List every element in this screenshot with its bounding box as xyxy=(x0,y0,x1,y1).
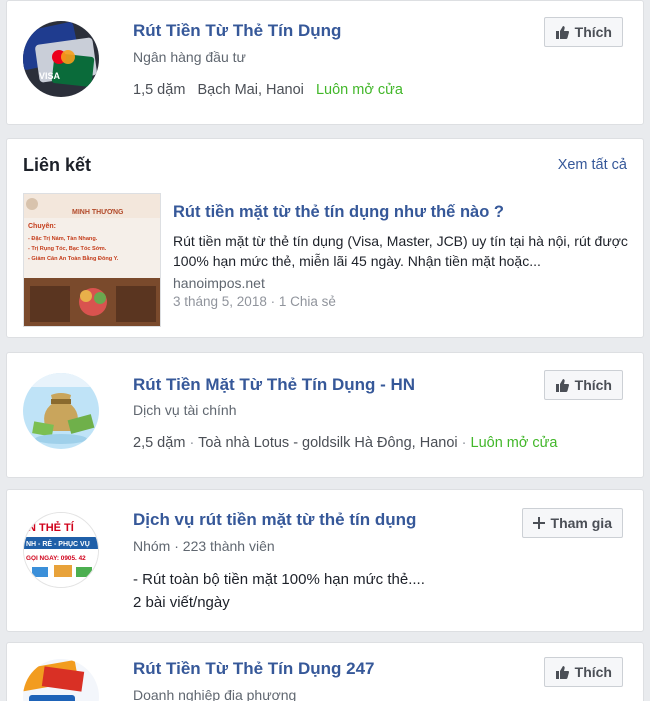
page-card: VISA Rút Tiền Từ Thẻ Tín Dụng Ngân hàng … xyxy=(6,0,644,125)
svg-text:VISA: VISA xyxy=(39,71,61,81)
group-description: - Rút toàn bộ tiền mặt 100% hạn mức thẻ.… xyxy=(133,571,425,588)
page-avatar[interactable] xyxy=(23,373,99,449)
link-title[interactable]: Rút tiền mặt từ thẻ tín dụng như thế nào… xyxy=(173,203,504,222)
links-section: Liên kết Xem tất cả MINH THƯƠNG Chuyên: … xyxy=(6,138,644,338)
thumbs-up-icon xyxy=(555,666,569,679)
link-meta: 3 tháng 5, 2018 · 1 Chia sẻ xyxy=(173,294,336,309)
credit-cards-image: VISA xyxy=(23,21,99,97)
link-thumbnail[interactable]: MINH THƯƠNG Chuyên: - Đặc Trị Nám, Tàn N… xyxy=(23,193,161,327)
avatar-phone-text: GỌI NGAY: 0905. 42 xyxy=(26,555,86,562)
link-domain: hanoimpos.net xyxy=(173,275,265,291)
section-title: Liên kết xyxy=(23,155,92,175)
card-offer-image xyxy=(23,659,99,701)
thumbs-up-icon xyxy=(555,379,569,392)
separator-dot: · xyxy=(270,294,276,309)
separator-dot: · xyxy=(461,435,467,451)
distance: 1,5 dặm xyxy=(133,82,186,98)
group-members: Nhóm · 223 thành viên xyxy=(133,538,275,554)
thumb-line-1: - Đặc Trị Nám, Tàn Nhang. xyxy=(28,236,98,242)
distance: 2,5 dặm xyxy=(133,435,186,451)
plus-icon xyxy=(532,517,545,529)
page-avatar[interactable] xyxy=(23,659,99,701)
page-location: 2,5 dặm · Toà nhà Lotus - goldsilk Hà Đô… xyxy=(133,435,557,451)
like-button[interactable]: Thích xyxy=(543,17,623,47)
page-category: Dịch vụ tài chính xyxy=(133,402,237,418)
page-title[interactable]: Rút Tiền Từ Thẻ Tín Dụng 247 xyxy=(133,659,375,679)
see-all-link[interactable]: Xem tất cả xyxy=(558,157,627,173)
like-button[interactable]: Thích xyxy=(543,657,623,687)
page-avatar[interactable]: VISA xyxy=(23,21,99,97)
thumb-brand: MINH THƯƠNG xyxy=(72,209,124,216)
join-label: Tham gia xyxy=(550,515,612,531)
thumb-heading: Chuyên: xyxy=(28,223,56,230)
thumb-line-3: - Giảm Cân An Toàn Bằng Đông Y. xyxy=(28,255,119,262)
page-title[interactable]: Rút Tiền Từ Thẻ Tín Dụng xyxy=(133,21,341,41)
avatar-mid-text: NH - RẺ - PHỤC VỤ xyxy=(26,539,90,548)
link-date[interactable]: 3 tháng 5, 2018 xyxy=(173,294,267,309)
group-activity: 2 bài viết/ngày xyxy=(133,594,230,611)
address: Bạch Mai, Hanoi xyxy=(197,82,304,98)
clinic-thumbnail-image: MINH THƯƠNG Chuyên: - Đặc Trị Nám, Tàn N… xyxy=(24,194,160,326)
page-category: Doanh nghiệp địa phương xyxy=(133,687,297,701)
thumbs-up-icon xyxy=(555,26,569,39)
like-label: Thích xyxy=(574,377,612,393)
page-location: 1,5 dặm Bạch Mai, Hanoi Luôn mở cửa xyxy=(133,82,403,98)
open-status: Luôn mở cửa xyxy=(315,82,403,98)
avatar-top-text: N THẺ TÍ xyxy=(28,521,75,534)
money-bag-image xyxy=(23,373,99,449)
page-card: Rút Tiền Mặt Từ Thẻ Tín Dụng - HN Dịch v… xyxy=(6,352,644,478)
address: Toà nhà Lotus - goldsilk Hà Đông, Hanoi xyxy=(198,435,458,451)
link-description: Rút tiền mặt từ thẻ tín dụng (Visa, Mast… xyxy=(173,233,628,269)
page-title[interactable]: Rút Tiền Mặt Từ Thẻ Tín Dụng - HN xyxy=(133,375,415,395)
join-group-button[interactable]: Tham gia xyxy=(521,508,623,538)
share-count[interactable]: 1 Chia sẻ xyxy=(279,294,336,309)
group-banner-image: N THẺ TÍ NH - RẺ - PHỤC VỤ GỌI NGAY: 090… xyxy=(24,513,98,587)
thumb-line-2: - Trị Rụng Tóc, Bạc Tóc Sớm. xyxy=(28,246,107,252)
page-card: Rút Tiền Từ Thẻ Tín Dụng 247 Doanh nghiệ… xyxy=(6,642,644,701)
group-card: N THẺ TÍ NH - RẺ - PHỤC VỤ GỌI NGAY: 090… xyxy=(6,489,644,632)
group-title[interactable]: Dịch vụ rút tiền mặt từ thẻ tín dụng xyxy=(133,510,416,530)
open-status: Luôn mở cửa xyxy=(470,435,558,451)
like-label: Thích xyxy=(574,664,612,680)
separator-dot: · xyxy=(189,435,195,451)
like-button[interactable]: Thích xyxy=(543,370,623,400)
group-avatar[interactable]: N THẺ TÍ NH - RẺ - PHỤC VỤ GỌI NGAY: 090… xyxy=(23,512,99,588)
like-label: Thích xyxy=(574,24,612,40)
page-category: Ngân hàng đầu tư xyxy=(133,49,246,65)
